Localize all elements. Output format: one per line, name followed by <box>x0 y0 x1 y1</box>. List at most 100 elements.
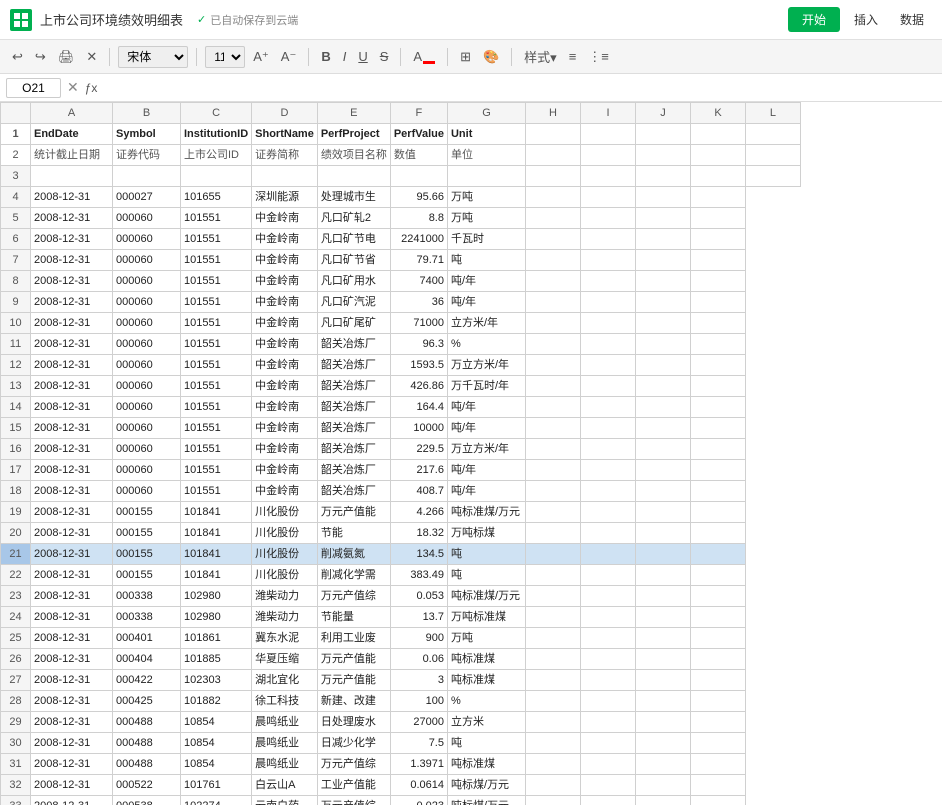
cell-perf-value[interactable]: 18.32 <box>390 523 447 544</box>
header1-col-4[interactable]: PerfProject <box>317 124 390 145</box>
cell-perf-value[interactable]: 96.3 <box>390 334 447 355</box>
row3-col-3[interactable] <box>252 166 318 187</box>
cell-date[interactable]: 2008-12-31 <box>31 271 113 292</box>
header1-col-7[interactable] <box>525 124 580 145</box>
cell-short-name[interactable]: 潍柴动力 <box>252 586 318 607</box>
cell-perf-value[interactable]: 7.5 <box>390 733 447 754</box>
cell-date[interactable]: 2008-12-31 <box>31 670 113 691</box>
header2-col-5[interactable]: 数值 <box>390 145 447 166</box>
cell-symbol[interactable]: 000155 <box>113 565 181 586</box>
cell-inst-id[interactable]: 101551 <box>181 292 252 313</box>
cell-empty[interactable] <box>525 586 580 607</box>
cell-empty[interactable] <box>525 334 580 355</box>
cell-empty[interactable] <box>525 502 580 523</box>
cell-symbol[interactable]: 000155 <box>113 502 181 523</box>
col-header-c[interactable]: C <box>181 103 252 124</box>
cell-date[interactable]: 2008-12-31 <box>31 229 113 250</box>
cell-perf-project[interactable]: 韶关冶炼厂 <box>317 376 390 397</box>
header1-col-1[interactable]: Symbol <box>113 124 181 145</box>
cell-empty[interactable] <box>580 334 635 355</box>
row3-col-10[interactable] <box>690 166 745 187</box>
cell-empty[interactable] <box>690 733 745 754</box>
row3-col-0[interactable] <box>31 166 113 187</box>
cell-perf-project[interactable]: 利用工业废 <box>317 628 390 649</box>
cell-short-name[interactable]: 中金岭南 <box>252 439 318 460</box>
cell-perf-value[interactable]: 229.5 <box>390 439 447 460</box>
cell-unit[interactable]: 吨 <box>447 250 525 271</box>
header1-col-10[interactable] <box>690 124 745 145</box>
cell-inst-id[interactable]: 101655 <box>181 187 252 208</box>
cell-empty[interactable] <box>690 775 745 796</box>
cell-symbol[interactable]: 000488 <box>113 733 181 754</box>
cell-empty[interactable] <box>580 628 635 649</box>
cell-empty[interactable] <box>690 376 745 397</box>
cell-empty[interactable] <box>525 187 580 208</box>
cell-empty[interactable] <box>690 712 745 733</box>
cell-empty[interactable] <box>580 670 635 691</box>
cell-perf-value[interactable]: 0.023 <box>390 796 447 805</box>
cell-perf-project[interactable]: 韶关冶炼厂 <box>317 481 390 502</box>
cell-empty[interactable] <box>690 334 745 355</box>
cell-unit[interactable]: 万立方米/年 <box>447 439 525 460</box>
cell-short-name[interactable]: 晨鸣纸业 <box>252 712 318 733</box>
cell-empty[interactable] <box>690 670 745 691</box>
header1-col-6[interactable]: Unit <box>447 124 525 145</box>
cell-empty[interactable] <box>635 628 690 649</box>
cell-empty[interactable] <box>635 418 690 439</box>
cell-perf-value[interactable]: 217.6 <box>390 460 447 481</box>
cell-empty[interactable] <box>690 460 745 481</box>
cell-unit[interactable]: 吨/年 <box>447 481 525 502</box>
cell-empty[interactable] <box>690 796 745 805</box>
cell-short-name[interactable]: 中金岭南 <box>252 334 318 355</box>
cell-empty[interactable] <box>525 523 580 544</box>
cell-perf-value[interactable]: 426.86 <box>390 376 447 397</box>
cell-symbol[interactable]: 000060 <box>113 460 181 481</box>
cell-symbol[interactable]: 000538 <box>113 796 181 805</box>
cell-perf-value[interactable]: 13.7 <box>390 607 447 628</box>
cell-empty[interactable] <box>525 670 580 691</box>
cell-empty[interactable] <box>580 691 635 712</box>
cell-empty[interactable] <box>690 544 745 565</box>
cell-date[interactable]: 2008-12-31 <box>31 691 113 712</box>
header1-col-2[interactable]: InstitutionID <box>181 124 252 145</box>
header1-col-9[interactable] <box>635 124 690 145</box>
cell-empty[interactable] <box>525 313 580 334</box>
cell-empty[interactable] <box>580 292 635 313</box>
cell-symbol[interactable]: 000060 <box>113 439 181 460</box>
cell-empty[interactable] <box>690 607 745 628</box>
cell-empty[interactable] <box>635 271 690 292</box>
cell-short-name[interactable]: 川化股份 <box>252 523 318 544</box>
cell-inst-id[interactable]: 101551 <box>181 376 252 397</box>
cell-short-name[interactable]: 晨鸣纸业 <box>252 754 318 775</box>
cell-unit[interactable]: 吨标煤/万元 <box>447 775 525 796</box>
cell-perf-value[interactable]: 95.66 <box>390 187 447 208</box>
cell-unit[interactable]: 吨标准煤 <box>447 649 525 670</box>
cell-inst-id[interactable]: 10854 <box>181 712 252 733</box>
cell-perf-project[interactable]: 凡口矿节电 <box>317 229 390 250</box>
cell-empty[interactable] <box>580 439 635 460</box>
cell-date[interactable]: 2008-12-31 <box>31 607 113 628</box>
italic-button[interactable]: I <box>339 47 351 66</box>
cell-symbol[interactable]: 000060 <box>113 313 181 334</box>
row3-col-1[interactable] <box>113 166 181 187</box>
header1-col-8[interactable] <box>580 124 635 145</box>
strikethrough-button[interactable]: S <box>376 47 393 66</box>
cell-inst-id[interactable]: 101551 <box>181 271 252 292</box>
cell-date[interactable]: 2008-12-31 <box>31 355 113 376</box>
cell-symbol[interactable]: 000522 <box>113 775 181 796</box>
cell-unit[interactable]: 吨标煤/万元 <box>447 796 525 805</box>
col-header-k[interactable]: K <box>690 103 745 124</box>
cell-empty[interactable] <box>525 649 580 670</box>
cell-empty[interactable] <box>525 439 580 460</box>
border-button[interactable]: ⊞ <box>456 47 475 67</box>
cell-empty[interactable] <box>580 754 635 775</box>
cell-empty[interactable] <box>690 397 745 418</box>
cell-unit[interactable]: 立方米/年 <box>447 313 525 334</box>
cell-empty[interactable] <box>635 208 690 229</box>
cell-perf-project[interactable]: 新建、改建 <box>317 691 390 712</box>
cell-unit[interactable]: 吨 <box>447 544 525 565</box>
cell-inst-id[interactable]: 102274 <box>181 796 252 805</box>
cell-date[interactable]: 2008-12-31 <box>31 628 113 649</box>
cell-inst-id[interactable]: 101841 <box>181 523 252 544</box>
cell-symbol[interactable]: 000060 <box>113 334 181 355</box>
